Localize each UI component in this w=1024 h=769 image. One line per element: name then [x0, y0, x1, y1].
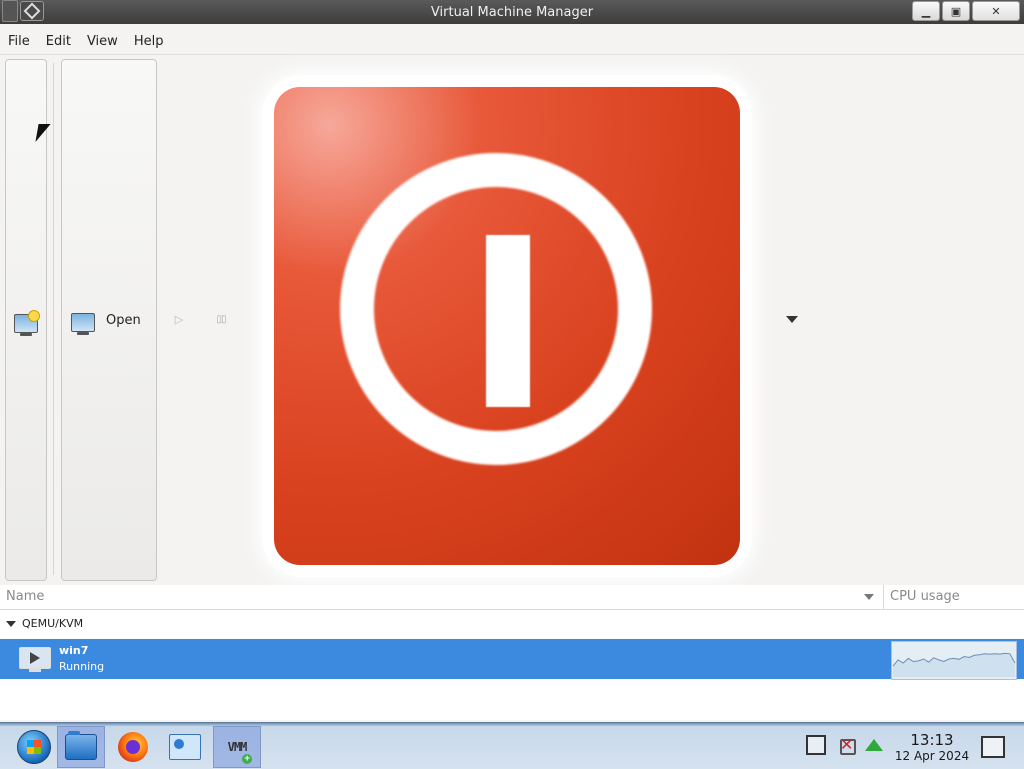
list-header: Name CPU usage [0, 585, 1024, 610]
vm-status: Running [59, 660, 105, 673]
connection-label: QEMU/KVM [22, 617, 84, 630]
taskbar: VMM+ 13:13 12 Apr 2024 [0, 722, 1024, 769]
minimize-button[interactable]: ▁ [912, 1, 940, 21]
column-divider[interactable] [883, 585, 884, 609]
vm-name: win7 [59, 644, 89, 657]
tray-clipboard-icon[interactable] [806, 735, 826, 755]
menu-view[interactable]: View [79, 34, 126, 49]
control-panel-icon [169, 734, 201, 760]
new-vm-icon [14, 310, 40, 336]
shutdown-button[interactable] [262, 75, 752, 577]
maximize-icon: ▣ [950, 4, 962, 18]
show-desktop-icon[interactable] [981, 736, 1005, 758]
run-button[interactable]: ▷ [172, 312, 186, 326]
menu-bar: File Edit View Help [0, 28, 1024, 55]
toolbar: Open ▷ ▯▯ [0, 55, 1024, 585]
connection-row[interactable]: QEMU/KVM [0, 610, 1024, 638]
window-title: Virtual Machine Manager [430, 4, 594, 20]
pause-icon: ▯▯ [216, 313, 226, 325]
window-grip-icon[interactable] [2, 0, 18, 22]
cpu-sparkline [892, 652, 1016, 677]
cpu-area [893, 653, 1015, 677]
firefox-icon [118, 732, 148, 762]
new-star-icon [28, 310, 40, 322]
shutdown-dropdown-icon[interactable] [786, 316, 798, 323]
close-icon: ✕ [991, 4, 1001, 18]
vm-row[interactable]: win7 Running [0, 639, 1024, 680]
open-button[interactable]: Open [61, 59, 157, 581]
column-cpu-usage[interactable]: CPU usage [890, 589, 960, 604]
tray-network-disconnected-icon[interactable] [836, 735, 856, 755]
menu-file[interactable]: File [0, 34, 38, 49]
menu-edit[interactable]: Edit [38, 34, 79, 49]
shutdown-icon [274, 87, 740, 565]
start-button[interactable] [10, 726, 58, 768]
column-name[interactable]: Name [6, 589, 44, 604]
close-button[interactable]: ✕ [972, 1, 1020, 21]
folder-icon [65, 731, 97, 760]
title-bar: Virtual Machine Manager ▁ ▣ ✕ [0, 0, 1024, 24]
tray-update-icon[interactable] [865, 739, 883, 751]
clock-date: 12 Apr 2024 [894, 749, 970, 763]
sort-arrow-icon[interactable] [864, 594, 874, 600]
menu-help[interactable]: Help [126, 34, 172, 49]
open-label: Open [106, 313, 141, 328]
clock-time: 13:13 [910, 731, 954, 749]
task-virt-manager[interactable]: VMM + [213, 726, 261, 768]
task-firefox[interactable] [109, 726, 157, 768]
pause-button[interactable]: ▯▯ [214, 312, 228, 326]
vm-running-icon [19, 647, 51, 672]
minimize-icon: ▁ [921, 4, 931, 18]
maximize-button[interactable]: ▣ [942, 1, 970, 21]
window-menu[interactable] [0, 0, 44, 22]
power-bar [486, 235, 530, 407]
play-icon: ▷ [174, 312, 184, 326]
clock[interactable]: 13:13 12 Apr 2024 [892, 731, 972, 764]
toolbar-separator [53, 63, 54, 575]
virt-manager-icon: VMM + [228, 740, 252, 764]
window-menu-icon[interactable] [20, 1, 44, 21]
task-control-panel[interactable] [161, 726, 209, 768]
task-file-explorer[interactable] [57, 726, 105, 768]
vm-list: QEMU/KVM win7 Running [0, 610, 1024, 720]
expand-arrow-icon[interactable] [6, 621, 16, 627]
windows-logo-icon [17, 730, 51, 764]
cpu-usage-graph [891, 641, 1017, 680]
monitor-icon [71, 313, 95, 335]
